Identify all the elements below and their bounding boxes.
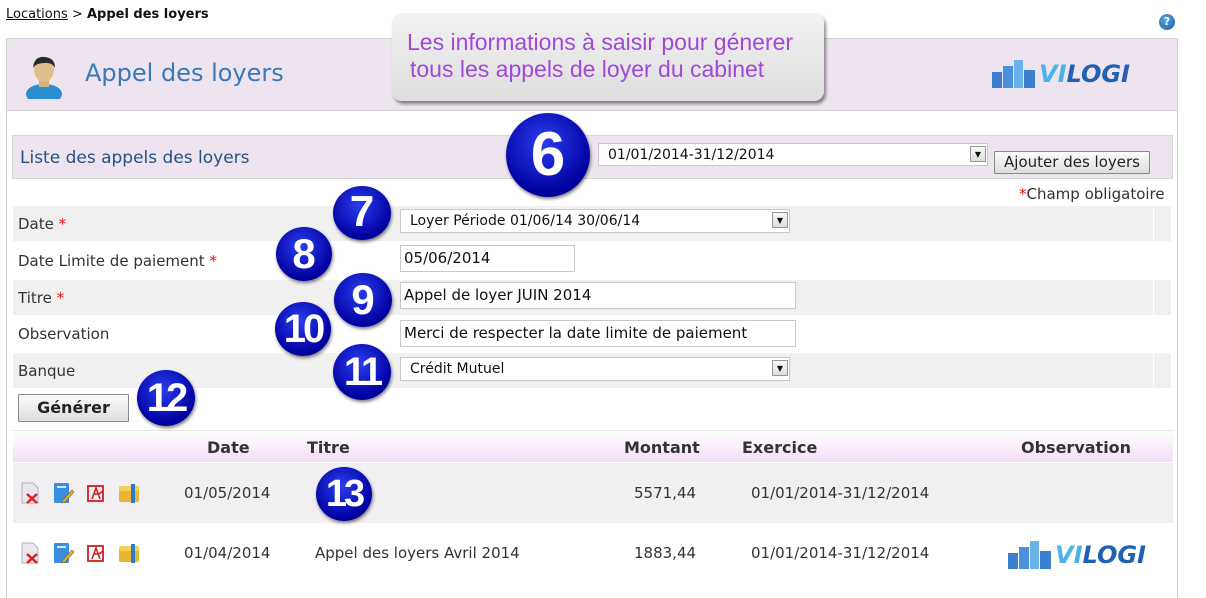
deadline-input[interactable]: 05/06/2014 — [400, 245, 575, 272]
exercise-select[interactable]: 01/01/2014-31/12/2014 ▼ — [598, 143, 988, 166]
cell-amount: 1883,44 — [634, 544, 697, 562]
observation-input[interactable]: Merci de respecter la date limite de pai… — [400, 320, 796, 347]
info-callout: Les informations à saisir pour génerer t… — [392, 13, 824, 101]
cell-date: 01/04/2014 — [184, 544, 271, 562]
observation-label: Observation — [18, 325, 110, 343]
vilogi-logo: VI LOGI — [1008, 541, 1146, 569]
delete-pdf-icon[interactable] — [18, 541, 42, 565]
add-rents-button[interactable]: Ajouter des loyers — [994, 151, 1150, 174]
breadcrumb: Locations > Appel des loyers — [6, 7, 209, 22]
page-title: Appel des loyers — [85, 59, 284, 87]
row-actions — [18, 481, 141, 505]
title-input[interactable]: Appel de loyer JUIN 2014 — [400, 282, 796, 309]
form-row-deadline: Date Limite de paiement * — [18, 252, 217, 270]
chevron-down-icon[interactable]: ▼ — [970, 146, 986, 162]
annotation-badge-10: 10 — [275, 302, 331, 356]
cell-exercise: 01/01/2014-31/12/2014 — [751, 544, 930, 562]
annotation-badge-7: 7 — [333, 186, 391, 240]
edit-icon[interactable] — [51, 481, 75, 505]
callout-line-1: Les informations à saisir pour génerer — [407, 29, 794, 55]
callout-line-2: tous les appels de loyer du cabinet — [410, 56, 765, 82]
annotation-badge-13: 13 — [316, 467, 372, 521]
annotation-badge-6: 6 — [506, 113, 590, 197]
required-note: *Champ obligatoire — [1019, 185, 1165, 203]
column-header-date[interactable]: Date — [207, 438, 250, 457]
table-header: Date Titre Montant Exercice Observation — [13, 430, 1173, 462]
breadcrumb-separator: > — [71, 7, 83, 22]
user-icon — [26, 56, 62, 99]
table-row: 01/04/2014 Appel des loyers Avril 2014 1… — [13, 523, 1173, 583]
column-header-title[interactable]: Titre — [307, 438, 350, 457]
generate-button[interactable]: Générer — [18, 394, 129, 422]
pdf-icon[interactable] — [84, 481, 108, 505]
column-header-observation[interactable]: Observation — [1021, 438, 1131, 457]
table-row: 01/05/2014 5571,44 01/01/2014-31/12/2014 — [13, 463, 1173, 523]
buildings-icon — [992, 60, 1035, 88]
cell-exercise: 01/01/2014-31/12/2014 — [751, 484, 930, 502]
deadline-label: Date Limite de paiement — [18, 252, 205, 270]
breadcrumb-current: Appel des loyers — [86, 7, 209, 22]
date-label: Date — [18, 215, 54, 233]
buildings-icon — [1008, 541, 1051, 569]
breadcrumb-link-locations[interactable]: Locations — [6, 7, 68, 22]
chevron-down-icon[interactable]: ▼ — [772, 360, 788, 376]
help-icon[interactable]: ? — [1159, 14, 1175, 30]
title-label: Titre — [18, 289, 52, 307]
column-header-exercise[interactable]: Exercice — [742, 438, 817, 457]
delete-pdf-icon[interactable] — [18, 481, 42, 505]
annotation-badge-8: 8 — [276, 227, 332, 281]
row-actions — [18, 541, 141, 565]
annotation-badge-9: 9 — [334, 273, 392, 327]
zip-icon[interactable] — [117, 481, 141, 505]
vilogi-logo: VI LOGI — [992, 60, 1130, 88]
pdf-icon[interactable] — [84, 541, 108, 565]
cell-title: Appel des loyers Avril 2014 — [315, 544, 520, 562]
column-header-amount[interactable]: Montant — [624, 438, 700, 457]
zip-icon[interactable] — [117, 541, 141, 565]
edit-icon[interactable] — [51, 541, 75, 565]
date-period-select[interactable]: Loyer Période 01/06/14 30/06/14 ▼ — [400, 209, 790, 233]
annotation-badge-11: 11 — [333, 344, 391, 400]
cell-date: 01/05/2014 — [184, 484, 271, 502]
annotation-badge-12: 12 — [137, 370, 195, 426]
list-title: Liste des appels des loyers — [20, 148, 250, 168]
bank-select[interactable]: Crédit Mutuel ▼ — [400, 357, 790, 381]
bank-label: Banque — [18, 362, 76, 380]
chevron-down-icon[interactable]: ▼ — [772, 212, 788, 228]
cell-amount: 5571,44 — [634, 484, 697, 502]
